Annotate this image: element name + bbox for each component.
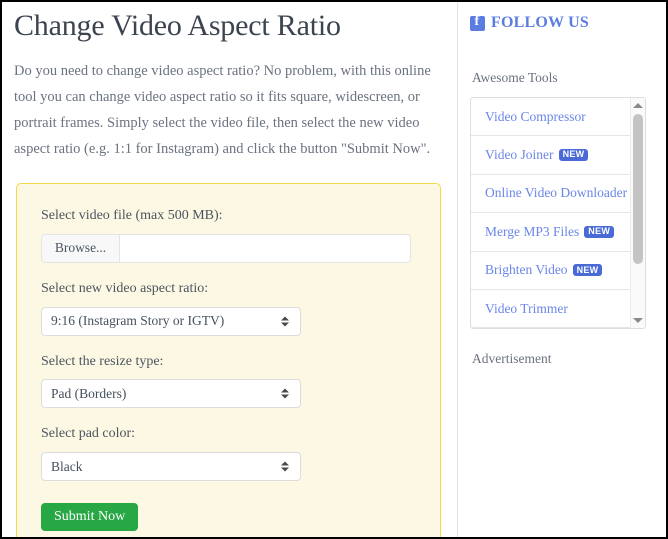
submit-button[interactable]: Submit Now bbox=[41, 503, 139, 532]
scroll-down-arrow-icon[interactable] bbox=[633, 318, 643, 323]
browse-button[interactable]: Browse... bbox=[42, 234, 120, 262]
pad-color-label: Select pad color: bbox=[41, 426, 136, 442]
new-badge: NEW bbox=[572, 264, 603, 277]
scroll-up-arrow-icon[interactable] bbox=[633, 103, 643, 108]
file-input-label: Select video file (max 500 MB): bbox=[41, 208, 223, 223]
tool-label: Video Trimmer bbox=[485, 300, 568, 316]
awesome-tools-listbox[interactable]: Video Compressor Video Joiner NEW Online… bbox=[470, 97, 646, 329]
page-title: Change Video Aspect Ratio bbox=[14, 9, 341, 42]
list-item[interactable]: Video Trimmer bbox=[471, 290, 630, 328]
list-item[interactable]: Video Compressor bbox=[471, 98, 630, 137]
scrollbar-thumb[interactable] bbox=[633, 114, 643, 264]
selected-file-name bbox=[120, 234, 410, 262]
awesome-tools-heading: Awesome Tools bbox=[472, 70, 558, 85]
stepper-arrows-icon[interactable] bbox=[280, 386, 289, 401]
new-badge: NEW bbox=[584, 225, 615, 239]
resize-type-selected-value: Pad (Borders) bbox=[51, 385, 127, 401]
resize-type-field-group: Select the resize type: Pad (Borders) bbox=[41, 354, 440, 409]
browser-page: Change Video Aspect Ratio Do you need to… bbox=[0, 0, 668, 539]
list-item[interactable]: Video Joiner NEW bbox=[471, 136, 630, 175]
new-badge: NEW bbox=[558, 148, 589, 162]
pad-color-field-group: Select pad color: Black bbox=[41, 426, 440, 482]
aspect-ratio-field-group: Select new video aspect ratio: 9:16 (Ins… bbox=[41, 281, 440, 336]
stepper-arrows-icon[interactable] bbox=[280, 459, 289, 474]
aspect-ratio-label: Select new video aspect ratio: bbox=[41, 280, 209, 296]
aspect-ratio-selected-value: 9:16 (Instagram Story or IGTV) bbox=[51, 313, 225, 329]
sidebar: FOLLOW US Awesome Tools Video Compressor… bbox=[458, 2, 666, 537]
follow-us-label: FOLLOW US bbox=[491, 14, 589, 31]
aspect-ratio-select[interactable]: 9:16 (Instagram Story or IGTV) bbox=[41, 306, 301, 336]
list-item[interactable]: Online Video Downloader bbox=[471, 175, 630, 214]
follow-us-link[interactable]: FOLLOW US bbox=[470, 14, 656, 32]
page-layout: Change Video Aspect Ratio Do you need to… bbox=[2, 2, 666, 537]
tool-label: Brighten Video bbox=[485, 262, 568, 278]
advertisement-label: Advertisement bbox=[472, 351, 552, 366]
main-content-column: Change Video Aspect Ratio Do you need to… bbox=[2, 2, 458, 537]
pad-color-selected-value: Black bbox=[51, 458, 83, 474]
tool-label: Video Joiner bbox=[485, 147, 554, 163]
tool-label: Merge MP3 Files bbox=[485, 223, 580, 239]
resize-type-select[interactable]: Pad (Borders) bbox=[41, 379, 301, 409]
pad-color-select[interactable]: Black bbox=[41, 452, 301, 482]
aspect-ratio-form-panel: Select video file (max 500 MB): Browse..… bbox=[16, 183, 441, 537]
facebook-icon bbox=[470, 14, 485, 31]
file-field-group: Select video file (max 500 MB): Browse..… bbox=[41, 208, 440, 263]
video-file-input[interactable]: Browse... bbox=[41, 233, 411, 263]
stepper-arrows-icon[interactable] bbox=[280, 314, 289, 329]
list-item[interactable]: Brighten Video NEW bbox=[471, 252, 630, 290]
tool-label: Online Video Downloader bbox=[485, 185, 628, 201]
tools-scrollbar[interactable] bbox=[630, 98, 645, 328]
list-item[interactable]: Merge MP3 Files NEW bbox=[471, 213, 630, 252]
tools-list: Video Compressor Video Joiner NEW Online… bbox=[471, 98, 630, 328]
resize-type-label: Select the resize type: bbox=[41, 353, 164, 369]
tool-label: Video Compressor bbox=[485, 108, 586, 124]
intro-paragraph: Do you need to change video aspect ratio… bbox=[14, 63, 431, 157]
